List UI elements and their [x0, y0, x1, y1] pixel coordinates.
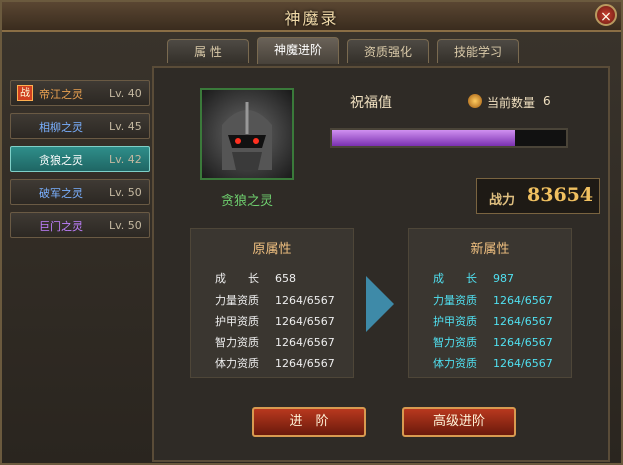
- attr-key: 体力资质: [433, 357, 477, 370]
- helmet-icon: [222, 102, 272, 170]
- attr-key: 成 长: [433, 272, 477, 285]
- close-button[interactable]: ×: [595, 4, 617, 26]
- attr-value: 1264/6567: [275, 336, 335, 349]
- attr-row: 智力资质 1264/6567: [215, 334, 335, 350]
- sidebar-item-tanlang[interactable]: 贪狼之灵 Lv. 42: [10, 146, 150, 172]
- old-attributes: 原属性 成 长 658 力量资质 1264/6567 护甲资质 1264/6567 智…: [190, 228, 354, 378]
- attr-row: 护甲资质 1264/6567: [433, 313, 553, 329]
- attr-key: 智力资质: [433, 336, 477, 349]
- attr-row: 体力资质 1264/6567: [215, 355, 335, 371]
- power-label: 战力: [489, 193, 516, 208]
- title-bar: 神魔录 ×: [2, 2, 621, 32]
- new-attributes: 新属性 成 长 987 力量资质 1264/6567 护甲资质 1264/6567 智…: [408, 228, 572, 378]
- battle-badge: 战: [17, 85, 33, 101]
- tab-skills[interactable]: 技能学习: [437, 39, 519, 63]
- attr-key: 护甲资质: [215, 315, 259, 328]
- spirit-list: 战 帝江之灵 Lv. 40 相柳之灵 Lv. 45 贪狼之灵 Lv. 42 破军…: [10, 80, 150, 245]
- spirit-name: 破军之灵: [39, 187, 83, 200]
- advance-panel: 贪狼之灵 祝福值 当前数量 6 战力 83654 原属性 成 长 658 力量资质…: [152, 66, 610, 462]
- blessing-bar-fill: [332, 130, 515, 146]
- attr-value: 1264/6567: [275, 357, 335, 370]
- tab-aptitude[interactable]: 资质强化: [347, 39, 429, 63]
- count-value: 6: [543, 94, 551, 108]
- attr-key: 护甲资质: [433, 315, 477, 328]
- spirit-portrait: [200, 88, 294, 180]
- spirit-name: 帝江之灵: [39, 88, 83, 101]
- old-attr-title: 原属性: [252, 242, 292, 257]
- power-value: 83654: [527, 184, 594, 206]
- attr-value: 1264/6567: [493, 315, 553, 328]
- attr-value: 658: [275, 272, 296, 285]
- attr-key: 力量资质: [215, 294, 259, 307]
- advance-button[interactable]: 进 阶: [252, 407, 366, 437]
- attr-key: 体力资质: [215, 357, 259, 370]
- attr-row: 力量资质 1264/6567: [215, 292, 335, 308]
- portrait-name: 贪狼之灵: [220, 194, 273, 209]
- tab-attributes[interactable]: 属 性: [167, 39, 249, 63]
- spirit-name: 贪狼之灵: [39, 154, 83, 167]
- game-window: 神魔录 × 属 性 神魔进阶 资质强化 技能学习 战 帝江之灵 Lv. 40 相…: [0, 0, 623, 465]
- attr-row: 成 长 658: [215, 270, 296, 286]
- attr-value: 1264/6567: [493, 294, 553, 307]
- sidebar-item-jumen[interactable]: 巨门之灵 Lv. 50: [10, 212, 150, 238]
- spirit-level: Lv. 42: [109, 153, 142, 166]
- attr-key: 成 长: [215, 272, 259, 285]
- attr-value: 987: [493, 272, 514, 285]
- count-label: 当前数量: [487, 96, 536, 110]
- tab-advance[interactable]: 神魔进阶: [257, 37, 339, 64]
- attr-value: 1264/6567: [275, 294, 335, 307]
- combat-power: 战力 83654: [476, 178, 600, 214]
- attr-value: 1264/6567: [275, 315, 335, 328]
- attr-value: 1264/6567: [493, 336, 553, 349]
- spirit-name: 巨门之灵: [39, 220, 83, 233]
- spirit-level: Lv. 50: [109, 219, 142, 232]
- sidebar-item-pojun[interactable]: 破军之灵 Lv. 50: [10, 179, 150, 205]
- spirit-name: 相柳之灵: [39, 121, 83, 134]
- attr-row: 成 长 987: [433, 270, 514, 286]
- high-advance-button[interactable]: 高级进阶: [402, 407, 516, 437]
- attr-row: 护甲资质 1264/6567: [215, 313, 335, 329]
- new-attr-title: 新属性: [470, 242, 510, 257]
- blessing-label: 祝福值: [350, 95, 392, 111]
- attr-row: 体力资质 1264/6567: [433, 355, 553, 371]
- attr-value: 1264/6567: [493, 357, 553, 370]
- blessing-bar: [330, 128, 568, 148]
- attr-row: 力量资质 1264/6567: [433, 292, 553, 308]
- arrow-right-icon: [366, 276, 394, 332]
- attr-key: 智力资质: [215, 336, 259, 349]
- attr-row: 智力资质 1264/6567: [433, 334, 553, 350]
- spirit-level: Lv. 40: [109, 87, 142, 100]
- spirit-level: Lv. 45: [109, 120, 142, 133]
- sidebar-item-dijiang[interactable]: 战 帝江之灵 Lv. 40: [10, 80, 150, 106]
- sidebar-item-xiangliu[interactable]: 相柳之灵 Lv. 45: [10, 113, 150, 139]
- item-icon: [468, 94, 482, 108]
- spirit-level: Lv. 50: [109, 186, 142, 199]
- window-title: 神魔录: [284, 9, 339, 28]
- attr-key: 力量资质: [433, 294, 477, 307]
